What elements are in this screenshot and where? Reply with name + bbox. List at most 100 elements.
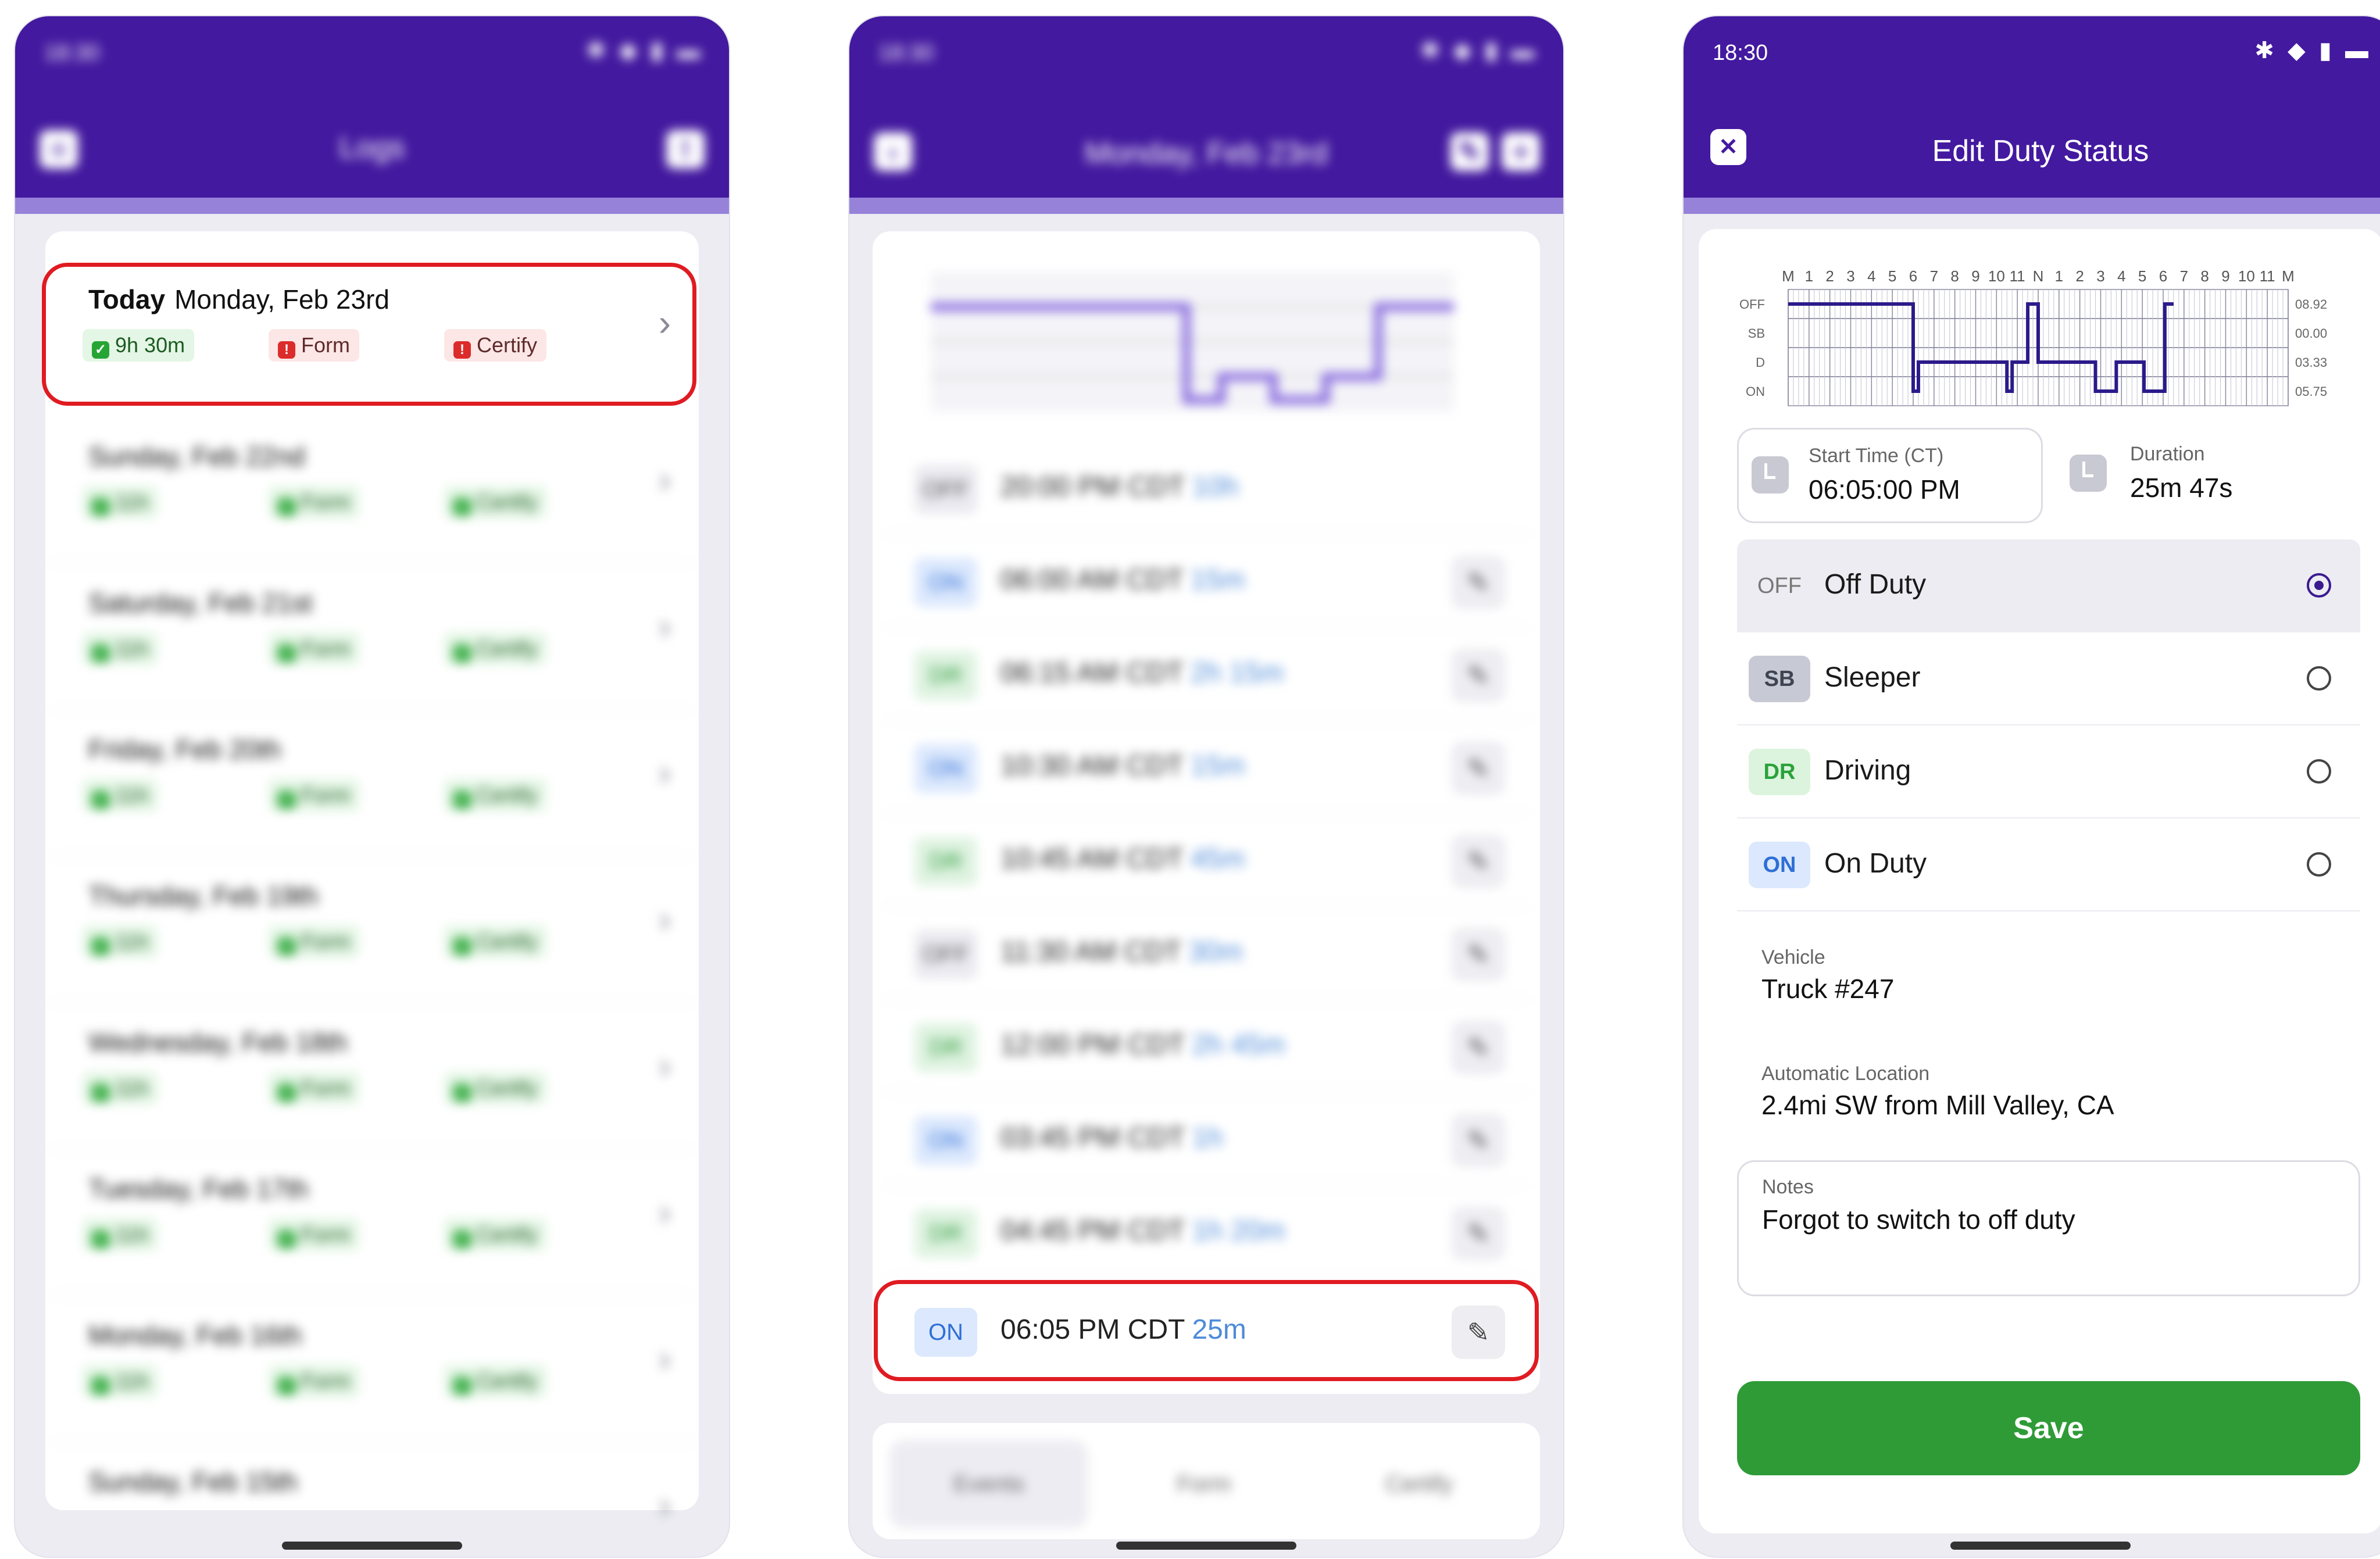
chevron-right-icon: ›: [658, 752, 671, 793]
pencil-icon[interactable]: ✎: [1452, 1021, 1505, 1074]
day-row[interactable]: Thursday, Feb 19th ✓ 11h ✓ Form ✓ Certify ›: [50, 863, 694, 1003]
hour-label: 8: [2200, 267, 2209, 285]
radio-selected-icon[interactable]: [2307, 573, 2331, 598]
status-option-sleeper[interactable]: SB Sleeper: [1737, 632, 2360, 725]
event-row[interactable]: ON 10:30 AM CDT 15m ✎: [884, 720, 1528, 814]
status-label: Sleeper: [1824, 662, 1921, 693]
logs-header: 18:30 ✱ ◆ ▮ ▬ ≡ Logs !: [15, 16, 729, 198]
status-label: On Duty: [1824, 848, 1927, 879]
start-time-label: Start Time (CT): [1809, 445, 1944, 467]
day-row[interactable]: Monday, Feb 16th ✓ 11h ✓ Form ✓ Certify ›: [50, 1302, 694, 1443]
day-row[interactable]: Friday, Feb 20th ✓ 11h ✓ Form ✓ Certify ›: [50, 716, 694, 857]
radio-icon[interactable]: [2307, 666, 2331, 691]
status-time: 18:30: [878, 41, 934, 65]
status-option-on-duty[interactable]: ON On Duty: [1737, 818, 2360, 911]
tab-form[interactable]: Form: [1105, 1440, 1303, 1528]
day-row[interactable]: Wednesday, Feb 18th ✓ 11h ✓ Form ✓ Certify …: [50, 1009, 694, 1150]
event-row[interactable]: DR 12:00 PM CDT 2h 45m ✎: [884, 999, 1528, 1093]
tab-events[interactable]: Events: [890, 1440, 1088, 1528]
pencil-icon[interactable]: ✎: [1452, 1207, 1505, 1260]
status-icons: ✱ ◆ ▮ ▬: [1420, 38, 1538, 63]
pencil-icon[interactable]: ✎: [1452, 928, 1505, 981]
status-code: ON: [1749, 842, 1810, 888]
day-row[interactable]: Tuesday, Feb 17th ✓ 11h ✓ Form ✓ Certify ›: [50, 1156, 694, 1296]
pencil-icon[interactable]: ✎: [1452, 556, 1505, 609]
hour-label: N: [2033, 267, 2044, 285]
row-label: SB: [1748, 326, 1765, 341]
hour-label: 1: [1805, 267, 1813, 285]
hour-label: 3: [2096, 267, 2104, 285]
location-label: Automatic Location: [1761, 1063, 1930, 1085]
location-value: 2.4mi SW from Mill Valley, CA: [1761, 1090, 2114, 1120]
status-code: SB: [1749, 656, 1810, 702]
pencil-icon[interactable]: ✎: [1452, 835, 1505, 888]
day-row[interactable]: Sunday, Feb 15th ›: [50, 1449, 694, 1526]
event-row[interactable]: OFF 11:30 AM CDT 30m ✎: [884, 906, 1528, 1000]
event-row[interactable]: OFF 20:00 PM CDT 10h: [884, 441, 1528, 535]
hour-label: 5: [1888, 267, 1896, 285]
radio-icon[interactable]: [2307, 759, 2331, 784]
vehicle-value[interactable]: Truck #247: [1761, 973, 1894, 1004]
start-time-field[interactable]: Start Time (CT) 06:05:00 PM: [1737, 428, 2043, 523]
notes-value[interactable]: Forgot to switch to off duty: [1762, 1204, 2075, 1235]
hour-label: 8: [1950, 267, 1959, 285]
status-time: 18:30: [44, 41, 100, 65]
status-option-driving[interactable]: DR Driving: [1737, 725, 2360, 818]
hour-label: 5: [2138, 267, 2146, 285]
notes-field[interactable]: Notes Forgot to switch to off duty: [1737, 1160, 2360, 1296]
row-total: 00.00: [2295, 326, 2327, 341]
duty-graph: M 1 2 3 4 5 6 7 8 9 10 11 N 1 2 3 4 5 6 7 8 9 10 11 M OFFSBDON 0…: [1739, 267, 2327, 406]
hour-label: 9: [2221, 267, 2229, 285]
status-code: OFF: [1757, 574, 1802, 598]
row-total: 03.33: [2295, 355, 2327, 370]
home-indicator: [1950, 1542, 2131, 1550]
hour-label: M: [2282, 267, 2295, 285]
duration-value: 25m 47s: [2130, 473, 2233, 503]
vehicle-label: Vehicle: [1761, 946, 1825, 968]
status-time: 18:30: [1713, 41, 1768, 65]
hour-label: 2: [1825, 267, 1834, 285]
save-button[interactable]: Save: [1737, 1381, 2360, 1475]
pencil-icon[interactable]: ✎: [1452, 742, 1505, 795]
home-indicator: [1116, 1542, 1296, 1550]
chevron-right-icon: ›: [658, 1191, 671, 1233]
highlight-box: [874, 1280, 1539, 1381]
edit-header: 18:30 ✱ ◆ ▮ ▬ ✕ Edit Duty Status: [1684, 16, 2380, 198]
hour-label: 10: [1988, 267, 2005, 285]
edit-icon[interactable]: ✎: [1450, 133, 1489, 171]
event-row[interactable]: ON 06:00 AM CDT 15m ✎: [884, 534, 1528, 628]
day-row[interactable]: Saturday, Feb 21st ✓ 11h ✓ Form ✓ Certify ›: [50, 570, 694, 710]
info-icon[interactable]: !: [666, 130, 705, 169]
row-total: 08.92: [2295, 297, 2327, 312]
chevron-right-icon: ›: [658, 605, 671, 647]
chevron-right-icon: ›: [658, 898, 671, 940]
hour-label: 4: [1867, 267, 1875, 285]
status-icons: ✱ ◆ ▮ ▬: [2254, 38, 2372, 63]
event-row[interactable]: DR 06:15 AM CDT 2h 15m ✎: [884, 627, 1528, 721]
hour-label: 11: [2260, 267, 2275, 285]
radio-icon[interactable]: [2307, 852, 2331, 877]
event-row[interactable]: DR 04:45 PM CDT 1h 20m ✎: [884, 1185, 1528, 1279]
pencil-icon[interactable]: ✎: [1452, 1114, 1505, 1167]
status-label: Off Duty: [1824, 569, 1927, 600]
duration-label: Duration: [2130, 443, 2205, 465]
chevron-right-icon: ›: [658, 459, 671, 500]
hour-label: 1: [2055, 267, 2063, 285]
event-row[interactable]: DR 10:45 AM CDT 45m ✎: [884, 813, 1528, 907]
events-header: 18:30 ✱ ◆ ▮ ▬ ‹ Monday, Feb 23rd ✎ +: [849, 16, 1563, 198]
home-indicator: [282, 1542, 462, 1550]
day-row[interactable]: Sunday, Feb 22nd ✓ 11h ✓ Form ✓ Certify ›: [50, 423, 694, 564]
status-icons: ✱ ◆ ▮ ▬: [586, 38, 703, 63]
pencil-icon[interactable]: ✎: [1452, 649, 1505, 702]
start-time-value: 06:05:00 PM: [1809, 474, 1960, 505]
phone-logs: 18:30 ✱ ◆ ▮ ▬ ≡ Logs ! Today Monday, Feb …: [15, 16, 729, 1557]
tab-certify[interactable]: Certify: [1320, 1440, 1518, 1528]
status-option-off-duty[interactable]: OFF Off Duty: [1737, 539, 2360, 632]
phone-events: 18:30 ✱ ◆ ▮ ▬ ‹ Monday, Feb 23rd ✎ + OFF…: [849, 16, 1563, 1557]
chevron-right-icon: ›: [658, 1045, 671, 1086]
add-icon[interactable]: +: [1502, 133, 1540, 171]
row-label: ON: [1746, 384, 1765, 399]
event-row[interactable]: ON 03:45 PM CDT 1h ✎: [884, 1092, 1528, 1186]
hour-label: 11: [2010, 267, 2025, 285]
duty-graph: [931, 272, 1454, 412]
